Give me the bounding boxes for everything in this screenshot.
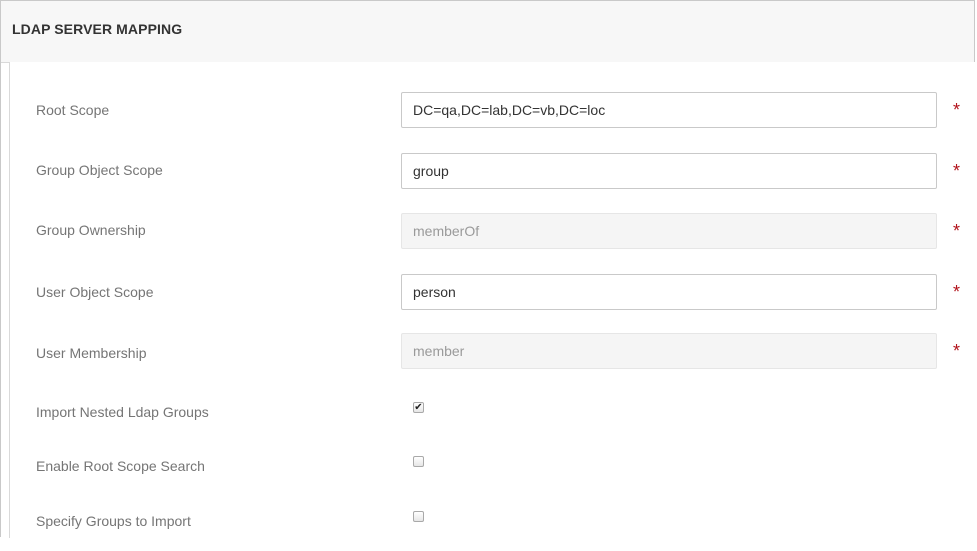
user-object-scope-row: User Object Scope * (10, 274, 975, 314)
specify-groups-checkbox[interactable] (413, 511, 424, 522)
user-object-scope-label: User Object Scope (36, 284, 154, 300)
required-marker: * (953, 282, 961, 302)
enable-root-scope-search-row: Enable Root Scope Search (10, 456, 975, 496)
required-marker: * (953, 341, 961, 361)
group-ownership-input (401, 213, 937, 249)
user-membership-label: User Membership (36, 345, 147, 361)
user-membership-input (401, 333, 937, 369)
enable-root-scope-search-checkbox[interactable] (413, 456, 424, 467)
required-marker: * (953, 161, 961, 181)
required-marker: * (953, 221, 961, 241)
user-object-scope-input[interactable] (401, 274, 937, 310)
panel-title: LDAP SERVER MAPPING (12, 21, 183, 37)
specify-groups-label: Specify Groups to Import (36, 513, 191, 529)
user-membership-row: User Membership * (10, 333, 975, 373)
root-scope-input[interactable] (401, 92, 937, 128)
group-object-scope-row: Group Object Scope * (10, 153, 975, 193)
group-ownership-row: Group Ownership * (10, 213, 975, 253)
root-scope-row: Root Scope * (10, 92, 975, 132)
required-marker: * (953, 100, 961, 120)
panel-header: LDAP SERVER MAPPING (1, 1, 974, 63)
group-ownership-label: Group Ownership (36, 222, 146, 238)
root-scope-label: Root Scope (36, 102, 110, 118)
ldap-server-mapping-panel: LDAP SERVER MAPPING Root Scope * Group O… (0, 0, 975, 538)
specify-groups-row: Specify Groups to Import (10, 511, 975, 551)
import-nested-groups-row: Import Nested Ldap Groups ✔ (10, 402, 975, 442)
enable-root-scope-search-label: Enable Root Scope Search (36, 458, 205, 474)
group-object-scope-label: Group Object Scope (36, 162, 163, 178)
panel-body: Root Scope * Group Object Scope * Group … (9, 62, 975, 538)
group-object-scope-input[interactable] (401, 153, 937, 189)
import-nested-groups-checkbox[interactable]: ✔ (413, 402, 424, 413)
import-nested-groups-label: Import Nested Ldap Groups (36, 404, 209, 420)
